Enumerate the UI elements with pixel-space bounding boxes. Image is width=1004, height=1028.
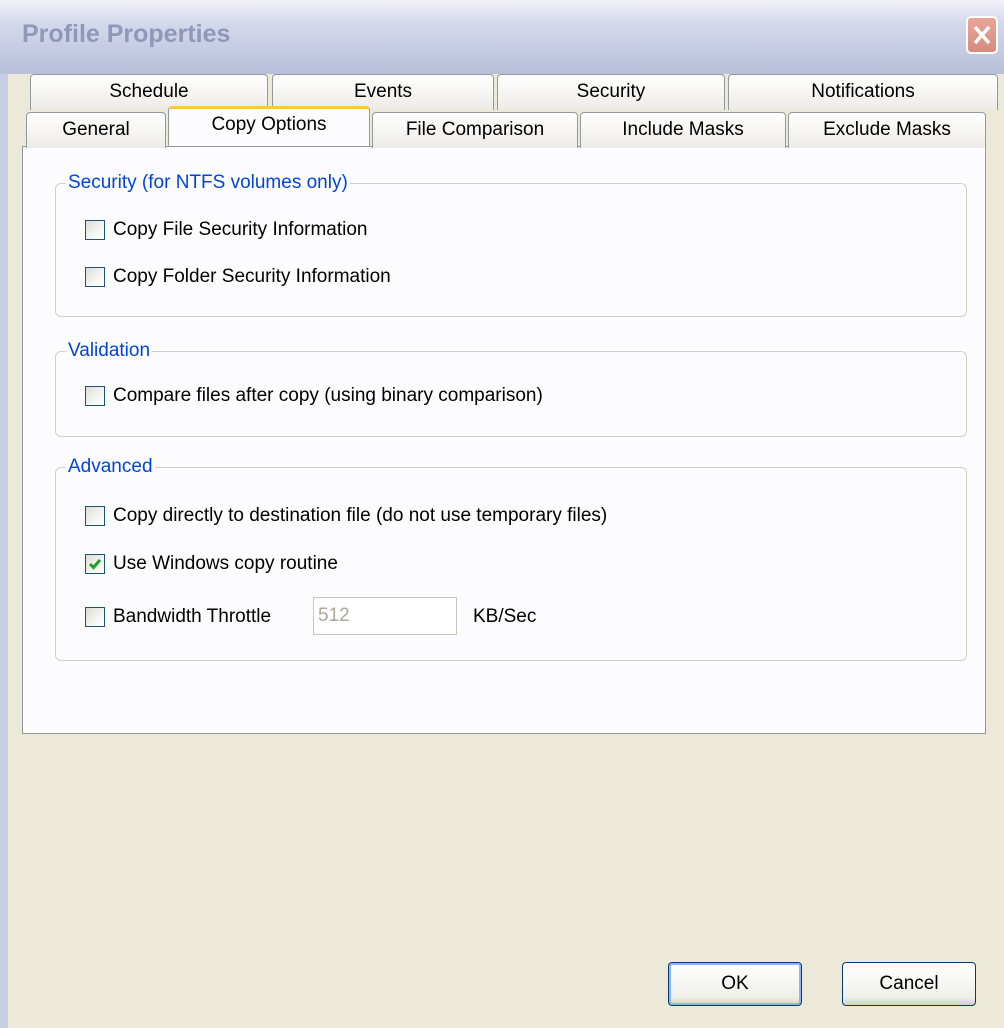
bandwidth-unit-label: KB/Sec	[473, 606, 537, 627]
profile-properties-dialog: Profile Properties Schedule Events Secur…	[0, 0, 1004, 1028]
tab-file-comparison[interactable]: File Comparison	[372, 112, 578, 148]
compare-after-copy-label: Compare files after copy (using binary c…	[113, 385, 543, 406]
window-frame-left	[0, 74, 8, 1028]
bandwidth-throttle-label: Bandwidth Throttle	[113, 606, 272, 627]
validation-group-legend: Validation	[68, 340, 151, 361]
ok-button[interactable]: OK	[668, 962, 802, 1006]
close-x-icon	[973, 25, 991, 45]
copy-folder-security-checkbox[interactable]	[85, 267, 105, 287]
check-mark-icon	[88, 559, 102, 570]
bandwidth-throttle-checkbox[interactable]	[85, 607, 105, 627]
tab-exclude-masks[interactable]: Exclude Masks	[788, 112, 986, 148]
tab-copy-options[interactable]: Copy Options	[168, 106, 370, 146]
bandwidth-throttle-option[interactable]: Bandwidth Throttle	[85, 604, 271, 630]
tab-general[interactable]: General	[26, 112, 166, 148]
tab-notifications[interactable]: Notifications	[728, 74, 998, 110]
copy-file-security-checkbox[interactable]	[85, 220, 105, 240]
copy-folder-security-option[interactable]: Copy Folder Security Information	[85, 264, 391, 290]
tab-schedule[interactable]: Schedule	[30, 74, 268, 110]
bandwidth-throttle-input[interactable]: 512	[313, 597, 457, 635]
compare-after-copy-checkbox[interactable]	[85, 386, 105, 406]
copy-directly-option[interactable]: Copy directly to destination file (do no…	[85, 503, 607, 529]
copy-file-security-label: Copy File Security Information	[113, 219, 368, 240]
copy-file-security-option[interactable]: Copy File Security Information	[85, 217, 368, 243]
close-button[interactable]	[966, 16, 998, 54]
windows-copy-routine-checkbox[interactable]	[85, 554, 105, 574]
copy-options-panel: Security (for NTFS volumes only) Copy Fi…	[22, 146, 986, 734]
security-group-legend: Security (for NTFS volumes only)	[68, 172, 348, 193]
copy-folder-security-label: Copy Folder Security Information	[113, 266, 391, 287]
window-title: Profile Properties	[22, 20, 231, 48]
compare-after-copy-option[interactable]: Compare files after copy (using binary c…	[85, 383, 543, 409]
windows-copy-routine-option[interactable]: Use Windows copy routine	[85, 551, 338, 577]
copy-directly-label: Copy directly to destination file (do no…	[113, 505, 608, 526]
tab-events[interactable]: Events	[272, 74, 494, 110]
copy-directly-checkbox[interactable]	[85, 506, 105, 526]
cancel-button[interactable]: Cancel	[842, 962, 976, 1006]
advanced-group-legend: Advanced	[68, 456, 153, 477]
tab-security[interactable]: Security	[497, 74, 725, 110]
windows-copy-routine-label: Use Windows copy routine	[113, 553, 338, 574]
security-group: Security (for NTFS volumes only)	[55, 173, 967, 317]
tab-include-masks[interactable]: Include Masks	[580, 112, 786, 148]
title-bar[interactable]: Profile Properties	[0, 0, 1004, 74]
